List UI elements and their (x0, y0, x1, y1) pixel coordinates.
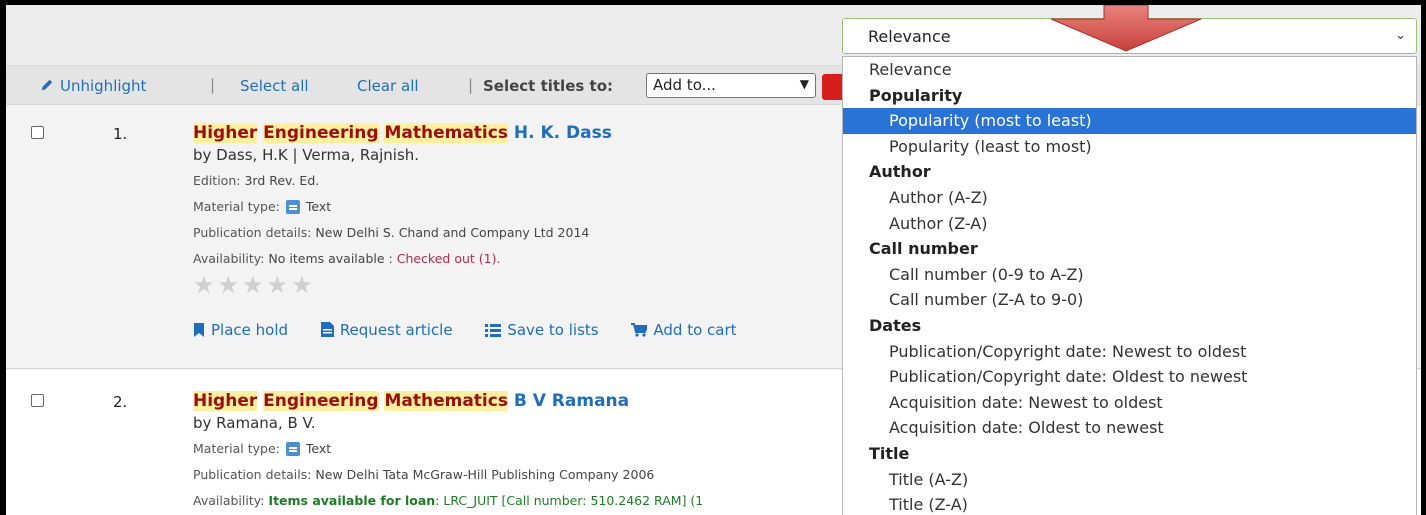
sort-option[interactable]: Author (A-Z) (843, 185, 1416, 211)
sort-option-group: Call number (869, 239, 978, 259)
result-availability: Availability: No items available : Check… (193, 251, 501, 266)
sort-options-dropdown: Relevance Popularity Popularity (most to l… (842, 56, 1417, 515)
cart-icon (631, 323, 648, 337)
result-material-type: Material type: Text (193, 441, 332, 456)
result-actions: Place hold Request article Save to lists… (193, 321, 765, 339)
add-to-select[interactable]: Add to... ▼ (646, 73, 816, 98)
star-icon[interactable]: ★ (218, 271, 243, 299)
sort-option[interactable]: Author (Z-A) (843, 211, 1416, 237)
result-publication: Publication details: New Delhi S. Chand … (193, 225, 590, 240)
request-article-link[interactable]: Request article (320, 321, 458, 339)
star-icon[interactable]: ★ (242, 271, 267, 299)
sort-option[interactable]: Publication/Copyright date: Oldest to ne… (843, 364, 1416, 390)
result-publication: Publication details: New Delhi Tata McGr… (193, 467, 655, 482)
chevron-down-icon: ▼ (799, 77, 809, 91)
sort-option[interactable]: Popularity (most to least) (843, 108, 1416, 134)
sort-option[interactable]: Publication/Copyright date: Newest to ol… (843, 339, 1416, 365)
select-titles-label: Select titles to: (483, 77, 613, 95)
text-document-icon (285, 442, 300, 456)
save-to-lists-link[interactable]: Save to lists (485, 321, 603, 339)
sort-option[interactable]: Call number (Z-A to 9-0) (843, 287, 1416, 313)
place-hold-link[interactable]: Place hold (193, 321, 293, 339)
chevron-down-icon: ⌄ (1395, 28, 1406, 43)
sort-option-group: Title (869, 443, 910, 463)
star-icon[interactable]: ★ (291, 271, 316, 299)
add-to-cart-link[interactable]: Add to cart (631, 321, 737, 339)
annotation-arrow-icon (1050, 5, 1202, 52)
list-icon (485, 324, 502, 337)
result-checkbox[interactable] (31, 126, 44, 139)
result-checkbox[interactable] (31, 394, 44, 407)
result-number: 1. (113, 125, 128, 143)
sort-option-group: Author (869, 162, 931, 182)
result-availability: Availability: Items available for loan: … (193, 493, 704, 508)
sort-option[interactable]: Title (Z-A) (843, 492, 1416, 515)
select-all-link[interactable]: Select all (240, 77, 309, 95)
pencil-icon (41, 79, 53, 91)
sort-option[interactable]: Title (A-Z) (843, 467, 1416, 493)
sort-option-group: Popularity (869, 85, 963, 105)
sort-option[interactable]: Call number (0-9 to A-Z) (843, 262, 1416, 288)
sort-option[interactable]: Acquisition date: Newest to oldest (843, 390, 1416, 416)
result-number: 2. (113, 393, 128, 411)
toolbar-separator: | (468, 76, 474, 94)
bookmark-icon (194, 323, 204, 337)
star-rating[interactable]: ★★★★★ (193, 271, 316, 299)
file-text-icon (320, 322, 334, 337)
text-document-icon (285, 200, 300, 214)
sort-option[interactable]: Acquisition date: Oldest to newest (843, 415, 1416, 441)
result-title-link[interactable]: Higher Engineering Mathematics H. K. Das… (193, 123, 612, 143)
result-byline[interactable]: by Dass, H.K | Verma, Rajnish. (193, 146, 419, 164)
sort-option[interactable]: Popularity (least to most) (843, 134, 1416, 160)
result-material-type: Material type: Text (193, 199, 332, 214)
toolbar-separator: | (210, 76, 216, 94)
clear-all-link[interactable]: Clear all (357, 77, 419, 95)
sort-option-group: Dates (869, 315, 922, 335)
star-icon[interactable]: ★ (267, 271, 292, 299)
result-edition: Edition: 3rd Rev. Ed. (193, 173, 320, 188)
result-byline[interactable]: by Ramana, B V. (193, 414, 316, 432)
unhighlight-link[interactable]: Unhighlight (40, 77, 146, 95)
result-title-link[interactable]: Higher Engineering Mathematics B V Raman… (193, 391, 629, 411)
star-icon[interactable]: ★ (193, 271, 218, 299)
opac-results-page: Unhighlight | Select all Clear all | Sel… (6, 5, 1421, 515)
